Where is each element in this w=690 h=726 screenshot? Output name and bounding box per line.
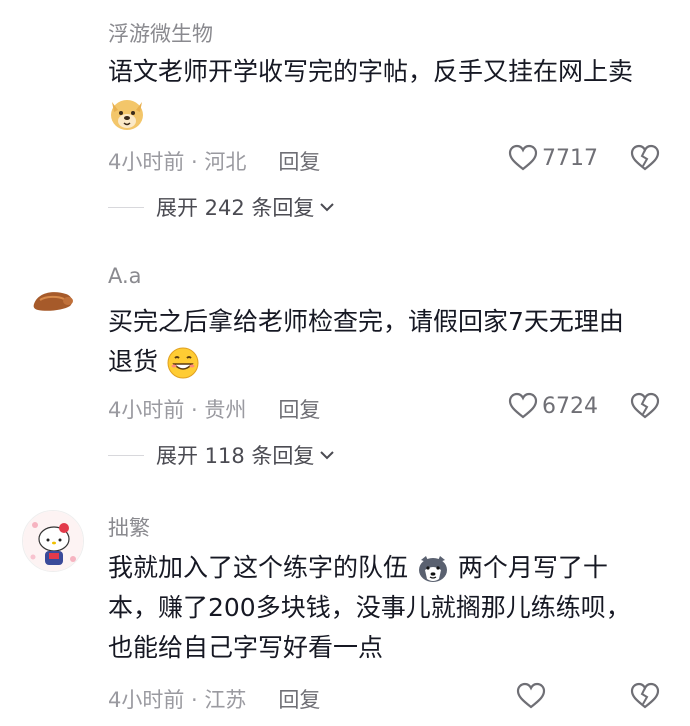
comment-time-location: 4小时前 · 贵州: [108, 398, 247, 422]
comment-item: 拙繁 我就加入了这个练字的队伍 两个月写了十 本，赚了200多块钱，没事儿就搁那…: [0, 490, 690, 726]
like-button[interactable]: 7717: [508, 144, 598, 172]
like-button[interactable]: [516, 682, 550, 710]
comment-text-line: 本，赚了200多块钱，没事儿就搁那儿练练呗，: [108, 593, 631, 622]
like-button[interactable]: 6724: [508, 392, 598, 420]
broken-heart-icon: [630, 682, 660, 709]
husky-emoji-icon: [416, 552, 450, 586]
chevron-down-icon: [320, 203, 335, 212]
comment-username[interactable]: 浮游微生物: [108, 18, 213, 48]
reply-button[interactable]: 回复: [278, 684, 320, 714]
reply-button[interactable]: 回复: [278, 146, 320, 176]
dislike-button[interactable]: [630, 144, 660, 176]
comment-item: A.a 买完之后拿给老师检查完，请假回家7天无理由 退货 4小时前 · 贵州 回…: [0, 240, 690, 490]
comment-item: 浮游微生物 语文老师开学收写完的字帖，反手又挂在网上卖 4小时前 · 河北 回复…: [0, 0, 690, 240]
dislike-button[interactable]: [630, 392, 660, 424]
dislike-button[interactable]: [630, 682, 660, 714]
comment-time-location: 4小时前 · 江苏: [108, 688, 247, 712]
broken-heart-icon: [630, 144, 660, 171]
chevron-down-icon: [320, 451, 335, 460]
comment-text: 买完之后拿给老师检查完，请假回家7天无理由 退货: [108, 302, 663, 382]
comment-username[interactable]: A.a: [108, 264, 142, 288]
comment-username[interactable]: 拙繁: [108, 512, 150, 542]
divider: [108, 206, 144, 208]
divider: [108, 454, 144, 456]
comment-meta: 4小时前 · 江苏 回复: [108, 684, 320, 714]
comment-text-line: 退货: [108, 347, 159, 376]
comment-text: 语文老师开学收写完的字帖，反手又挂在网上卖: [108, 57, 634, 86]
comment-text-line: 也能给自己字写好看一点: [108, 633, 384, 662]
doge-emoji-icon: [108, 96, 146, 136]
avatar[interactable]: [24, 270, 80, 326]
heart-icon: [516, 682, 546, 709]
comment-text-line-1: 我就加入了这个练字的队伍 两个月写了十: [108, 548, 663, 588]
comment-time-location: 4小时前 · 河北: [108, 150, 247, 174]
expand-replies-label: 展开 242 条回复: [156, 196, 315, 220]
comment-text-line-2: 退货: [108, 342, 663, 382]
heart-icon: [508, 392, 538, 419]
expand-replies-label: 展开 118 条回复: [156, 444, 315, 468]
grin-emoji-icon: [166, 346, 200, 380]
comment-text: 我就加入了这个练字的队伍 两个月写了十 本，赚了200多块钱，没事儿就搁那儿练练…: [108, 548, 663, 668]
like-count: 7717: [542, 145, 598, 171]
broken-heart-icon: [630, 392, 660, 419]
avatar[interactable]: [22, 510, 84, 572]
heart-icon: [508, 144, 538, 171]
comment-text-line: 我就加入了这个练字的队伍: [108, 553, 409, 582]
comment-text-line: 买完之后拿给老师检查完，请假回家7天无理由: [108, 307, 624, 336]
expand-replies-button[interactable]: 展开 118 条回复: [108, 440, 336, 470]
expand-replies-button[interactable]: 展开 242 条回复: [108, 192, 336, 222]
comment-text-line: 两个月写了十: [457, 553, 608, 582]
comment-meta: 4小时前 · 河北 回复: [108, 146, 320, 176]
like-count: 6724: [542, 393, 598, 419]
comment-meta: 4小时前 · 贵州 回复: [108, 394, 320, 424]
reply-button[interactable]: 回复: [278, 394, 320, 424]
